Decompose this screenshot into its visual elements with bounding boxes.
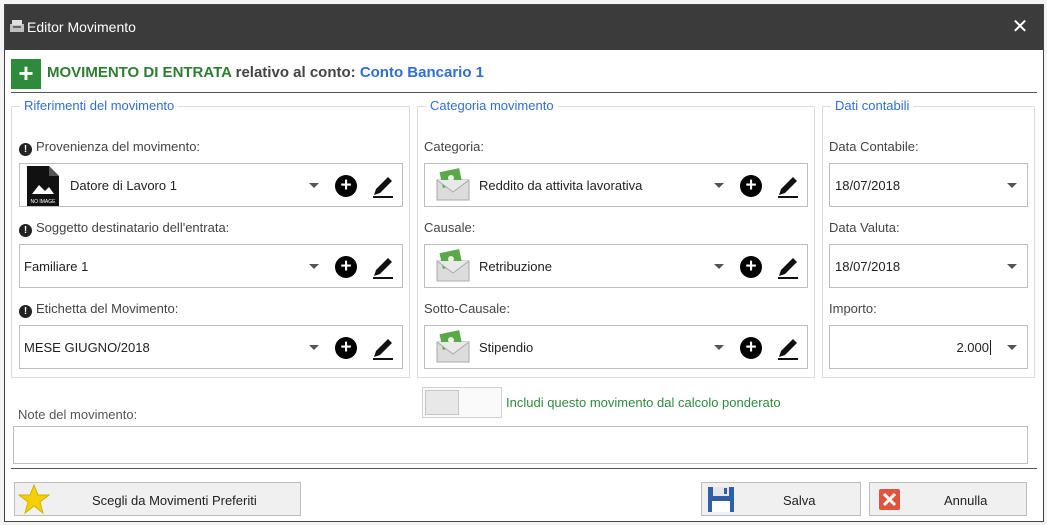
etichetta-value: MESE GIUGNO/2018	[24, 340, 150, 355]
data-valuta-value: 18/07/2018	[835, 259, 901, 274]
data-contabile-label: Data Contabile:	[829, 139, 919, 154]
add-provenienza-button[interactable]: +	[335, 175, 357, 197]
close-icon: ✕	[1011, 16, 1029, 38]
warning-icon: !	[19, 305, 32, 318]
money-envelope-icon	[436, 249, 470, 282]
provenienza-label: ! Provenienza del movimento:	[19, 139, 200, 156]
add-soggetto-button[interactable]: +	[335, 256, 357, 278]
toggle-knob[interactable]	[425, 390, 459, 415]
group-title: Dati contabili	[831, 98, 914, 113]
money-envelope-icon	[436, 168, 470, 201]
soggetto-combo[interactable]: Familiare 1 +	[19, 244, 403, 288]
chevron-down-icon[interactable]	[309, 345, 319, 350]
chevron-down-icon[interactable]	[309, 264, 319, 269]
causale-combo[interactable]: Retribuzione +	[424, 244, 808, 288]
notes-input[interactable]	[13, 426, 1028, 464]
group-title: Categoria movimento	[426, 98, 558, 113]
title-bar: Editor Movimento ✕	[5, 5, 1043, 50]
chevron-down-icon[interactable]	[1007, 345, 1017, 350]
edit-pencil-icon[interactable]	[775, 254, 801, 280]
add-categoria-button[interactable]: +	[740, 175, 762, 197]
warning-icon: !	[19, 224, 32, 237]
sotto-causale-value: Stipendio	[479, 340, 534, 355]
categoria-combo[interactable]: Reddito da attivita lavorativa +	[424, 163, 808, 207]
money-envelope-icon	[436, 330, 470, 363]
relative-text: relativo al conto:	[231, 64, 360, 81]
data-valuta-picker[interactable]: 18/07/2018	[829, 244, 1028, 288]
categoria-value: Reddito da attivita lavorativa	[479, 178, 643, 193]
data-valuta-label: Data Valuta:	[829, 220, 900, 235]
movement-type: MOVIMENTO DI ENTRATA	[47, 64, 232, 81]
header: + MOVIMENTO DI ENTRATA relativo al conto…	[11, 59, 1037, 89]
importo-label: Importo:	[829, 301, 877, 316]
soggetto-label: ! Soggetto destinatario dell'entrata:	[19, 220, 229, 237]
sotto-causale-combo[interactable]: Stipendio +	[424, 325, 808, 369]
categoria-label: Categoria:	[424, 139, 484, 154]
svg-text:NO IMAGE: NO IMAGE	[30, 199, 56, 205]
star-icon	[18, 484, 50, 515]
data-contabile-value: 18/07/2018	[835, 178, 901, 193]
sotto-causale-label: Sotto-Causale:	[424, 301, 510, 316]
close-button[interactable]: ✕	[997, 5, 1043, 50]
group-title: Riferimenti del movimento	[20, 98, 179, 113]
cancel-button[interactable]: Annulla	[869, 482, 1027, 516]
app-icon	[10, 20, 24, 32]
soggetto-value: Familiare 1	[24, 259, 89, 274]
footer-divider	[11, 468, 1037, 469]
causale-value: Retribuzione	[479, 259, 552, 274]
cancel-x-icon	[879, 489, 900, 510]
preferiti-label: Scegli da Movimenti Preferiti	[92, 493, 257, 508]
causale-label: Causale:	[424, 220, 476, 235]
preferiti-button[interactable]: Scegli da Movimenti Preferiti	[14, 482, 301, 516]
edit-pencil-icon[interactable]	[370, 173, 396, 199]
chevron-down-icon[interactable]	[714, 183, 724, 188]
chevron-down-icon[interactable]	[714, 345, 724, 350]
group-contabili: Dati contabili Data Contabile: 18/07/201…	[822, 98, 1035, 378]
account-name: Conto Bancario 1	[359, 64, 484, 81]
chevron-down-icon[interactable]	[1007, 264, 1017, 269]
include-toggle-label: Includi questo movimento dal calcolo pon…	[506, 395, 781, 410]
save-button[interactable]: Salva	[701, 482, 861, 516]
group-categoria: Categoria movimento Categoria: Reddito d…	[417, 98, 815, 378]
window-title: Editor Movimento	[27, 19, 136, 35]
group-riferimenti: Riferimenti del movimento ! Provenienza d…	[11, 98, 410, 378]
warning-icon: !	[19, 143, 32, 156]
notes-label: Note del movimento:	[18, 407, 138, 422]
edit-pencil-icon[interactable]	[370, 335, 396, 361]
provenienza-value: Datore di Lavoro 1	[70, 178, 177, 193]
header-divider	[11, 92, 1037, 93]
etichetta-label: ! Etichetta del Movimento:	[19, 301, 178, 318]
edit-pencil-icon[interactable]	[775, 173, 801, 199]
include-toggle[interactable]	[422, 387, 502, 418]
income-plus-icon: +	[11, 59, 41, 89]
save-label: Salva	[783, 493, 816, 508]
chevron-down-icon[interactable]	[714, 264, 724, 269]
chevron-down-icon[interactable]	[309, 183, 319, 188]
add-etichetta-button[interactable]: +	[335, 337, 357, 359]
etichetta-combo[interactable]: MESE GIUGNO/2018 +	[19, 325, 403, 369]
data-contabile-picker[interactable]: 18/07/2018	[829, 163, 1028, 207]
add-sotto-causale-button[interactable]: +	[740, 337, 762, 359]
provenienza-combo[interactable]: NO IMAGE Datore di Lavoro 1 +	[19, 163, 403, 207]
chevron-down-icon[interactable]	[1007, 183, 1017, 188]
importo-value: 2.000	[956, 340, 991, 355]
importo-input[interactable]: 2.000	[829, 325, 1028, 369]
add-causale-button[interactable]: +	[740, 256, 762, 278]
cancel-label: Annulla	[944, 493, 988, 508]
header-title: MOVIMENTO DI ENTRATA relativo al conto: …	[47, 64, 484, 81]
no-image-icon: NO IMAGE	[27, 166, 59, 206]
editor-dialog: Editor Movimento ✕ + MOVIMENTO DI ENTRAT…	[4, 4, 1044, 522]
edit-pencil-icon[interactable]	[775, 335, 801, 361]
save-disk-icon	[708, 487, 734, 512]
edit-pencil-icon[interactable]	[370, 254, 396, 280]
